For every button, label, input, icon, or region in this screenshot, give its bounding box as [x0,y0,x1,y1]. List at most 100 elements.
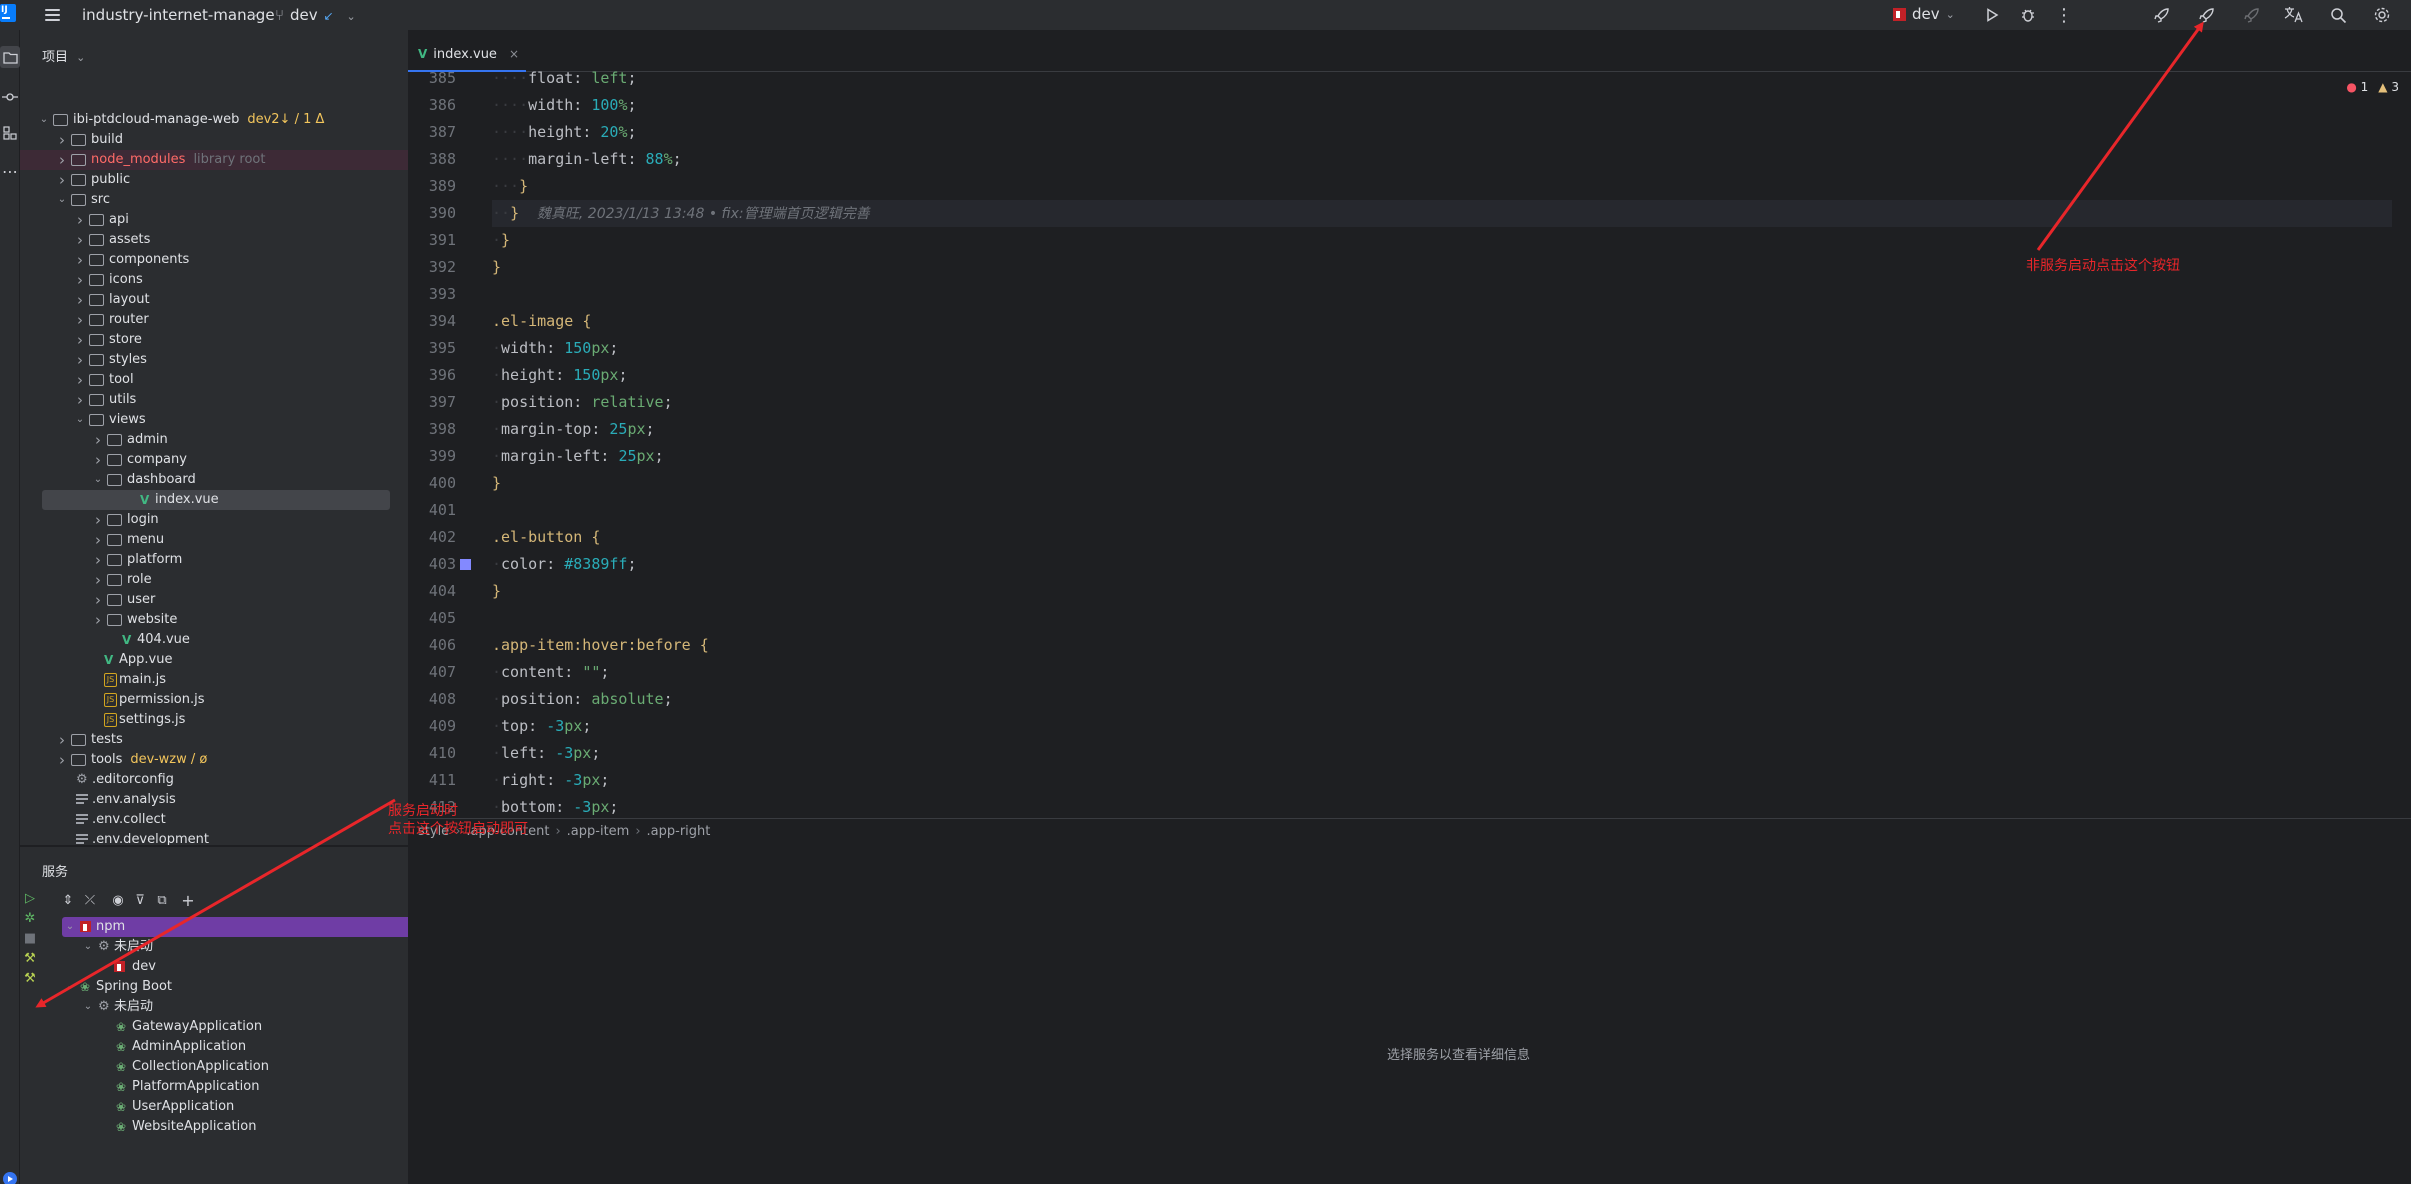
chevron-right-icon[interactable]: › [92,590,104,610]
code-line[interactable] [492,281,2392,308]
tree-item[interactable]: › login [20,510,408,530]
tree-item[interactable]: › assets [20,230,408,250]
tree-item[interactable]: › role [20,570,408,590]
chevron-right-icon[interactable]: › [92,570,104,590]
main-menu-icon[interactable] [44,6,62,24]
tree-item[interactable]: › menu [20,530,408,550]
tree-item[interactable]: › components [20,250,408,270]
code-line[interactable]: ·margin-left: 25px; [492,443,2392,470]
tree-item[interactable]: JS main.js [20,670,408,690]
chevron-right-icon[interactable]: › [74,390,86,410]
tree-item[interactable]: › admin [20,430,408,450]
structure-tool-button[interactable] [0,122,20,144]
breadcrumb-item[interactable]: .app-item [567,824,630,839]
tree-item[interactable]: › tool [20,370,408,390]
code-line[interactable]: ·left: -3px; [492,740,2392,767]
collapse-all-icon[interactable]: ⤫ [80,891,100,911]
chevron-right-icon[interactable]: › [92,550,104,570]
code-line[interactable]: } [492,578,2392,605]
chevron-down-icon[interactable]: ⌄ [74,410,86,430]
chevron-right-icon[interactable]: › [92,530,104,550]
code-line[interactable]: ·bottom: -3px; [492,794,2392,821]
tree-item[interactable]: › layout [20,290,408,310]
tree-item[interactable]: › api [20,210,408,230]
tree-item[interactable]: › store [20,330,408,350]
code-line[interactable] [492,497,2392,524]
service-tree-item[interactable]: ⌄ npm [62,917,415,937]
tree-item[interactable]: ⌄ ibi-ptdcloud-manage-web dev2↓ / 1 Δ [20,110,408,130]
breadcrumb-item[interactable]: .app-right [647,824,711,839]
service-tree-item[interactable]: ❀ WebsiteApplication [62,1117,415,1137]
search-button[interactable] [2326,3,2350,27]
code-line[interactable]: ····width: 100%; [492,92,2392,119]
service-tree-item[interactable]: ❀ UserApplication [62,1097,415,1117]
service-tree-item[interactable]: ❀ GatewayApplication [62,1017,415,1037]
code-line[interactable]: ···} [492,173,2392,200]
settings-button[interactable] [2370,3,2394,27]
rocket-deploy-button[interactable] [2195,3,2219,27]
chevron-right-icon[interactable]: › [74,330,86,350]
tree-item[interactable]: .env.analysis [20,790,408,810]
tree-item[interactable]: V 404.vue [20,630,408,650]
tree-item[interactable]: › build [20,130,408,150]
code-content[interactable]: ····float: left; ····width: 100%; ····heig… [492,65,2392,821]
commit-tool-button[interactable] [0,86,20,108]
debug-service-icon[interactable]: ✲ [22,911,38,927]
tree-item[interactable]: JS settings.js [20,710,408,730]
tree-item[interactable]: › website [20,610,408,630]
hammer-build-icon[interactable]: ⚒ [22,951,38,967]
chevron-right-icon[interactable]: › [74,270,86,290]
translate-button[interactable] [2282,3,2306,27]
code-line[interactable]: .app-item:hover:before { [492,632,2392,659]
expand-all-icon[interactable]: ⇕ [58,891,78,911]
chevron-down-icon[interactable]: ⌄ [92,470,104,490]
code-line[interactable]: ·position: relative; [492,389,2392,416]
chevron-right-icon[interactable]: › [74,210,86,230]
chevron-right-icon[interactable]: › [56,150,68,170]
rocket-launch-button[interactable] [2150,3,2174,27]
tree-item[interactable]: › utils [20,390,408,410]
add-service-icon[interactable]: + [178,891,198,911]
code-line[interactable]: ····margin-left: 88%; [492,146,2392,173]
chevron-down-icon[interactable]: ⌄ [56,190,68,210]
chevron-right-icon[interactable]: › [74,370,86,390]
tree-item[interactable]: › icons [20,270,408,290]
run-config-selector[interactable]: dev ⌄ [1893,5,1955,23]
code-line[interactable]: ·position: absolute; [492,686,2392,713]
tree-item[interactable]: › node_modules library root [20,150,408,170]
code-line[interactable] [492,605,2392,632]
chevron-down-icon[interactable]: ⌄ [38,110,50,130]
tree-item[interactable]: Vindex.vue [42,490,390,510]
chevron-right-icon[interactable]: › [92,510,104,530]
tree-item[interactable]: › tools dev-wzw / ø [20,750,408,770]
hammer-run-icon[interactable]: ⚒ [22,971,38,987]
chevron-right-icon[interactable]: › [74,250,86,270]
service-tree-item[interactable]: ⌄ ⚙ 未启动 [62,937,415,957]
view-options-icon[interactable]: ◉ [108,891,128,911]
color-swatch-icon[interactable] [460,559,471,570]
tree-item[interactable]: .env.development [20,830,408,845]
chevron-right-icon[interactable]: › [74,350,86,370]
code-line[interactable]: ·content: ""; [492,659,2392,686]
code-line[interactable]: ·right: -3px; [492,767,2392,794]
project-switcher[interactable]: industry-internet-manage [82,6,275,24]
tree-item[interactable]: JS permission.js [20,690,408,710]
tree-item[interactable]: .env.collect [20,810,408,830]
tree-item[interactable]: V App.vue [20,650,408,670]
close-icon[interactable]: × [509,47,519,61]
chevron-right-icon[interactable]: › [74,290,86,310]
code-line[interactable]: ·} [492,227,2392,254]
chevron-right-icon[interactable]: › [74,230,86,250]
chevron-down-icon[interactable]: ⌄ [64,977,76,997]
tree-item[interactable]: › user [20,590,408,610]
service-tree-item[interactable]: ❀ AdminApplication [62,1037,415,1057]
chevron-down-icon[interactable]: ⌄ [82,997,94,1017]
code-line[interactable]: .el-button { [492,524,2392,551]
code-line[interactable]: ····float: left; [492,65,2392,92]
code-line[interactable]: ·margin-top: 25px; [492,416,2392,443]
tree-item[interactable]: › router [20,310,408,330]
chevron-right-icon[interactable]: › [92,450,104,470]
chevron-down-icon[interactable]: ⌄ [82,937,94,957]
code-line[interactable]: ·height: 150px; [492,362,2392,389]
run-button[interactable] [1980,3,2004,27]
